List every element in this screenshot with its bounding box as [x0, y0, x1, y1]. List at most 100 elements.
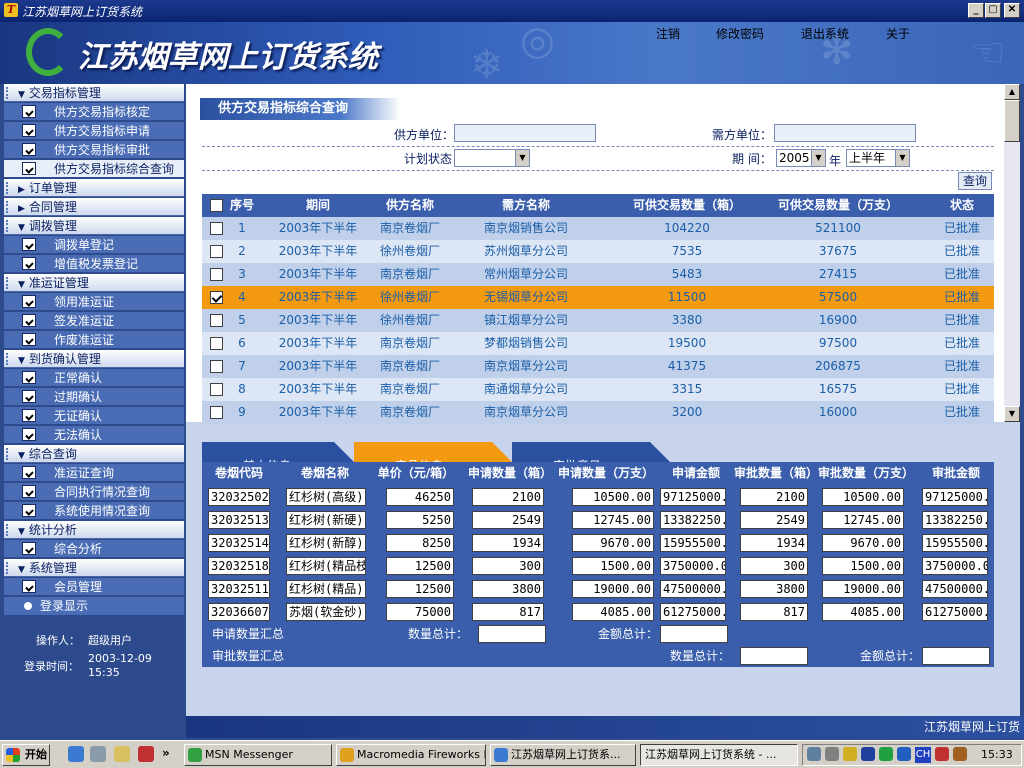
detail-cell-input[interactable]: 32036607	[208, 603, 270, 621]
sidebar-item[interactable]: 增值税发票登记	[4, 255, 184, 273]
table-row[interactable]: 4 2003年下半年 徐州卷烟厂 无锡烟草分公司 11500 57500 已批准	[202, 286, 994, 309]
detail-cell-input[interactable]: 1934	[472, 534, 544, 552]
detail-cell-input[interactable]: 300	[472, 557, 544, 575]
detail-cell-input[interactable]: 红杉树(新醇)	[286, 534, 366, 552]
detail-cell-input[interactable]: 4085.00	[822, 603, 904, 621]
tray-app-icon[interactable]	[935, 747, 949, 761]
vertical-scrollbar[interactable]: ▲ ▼	[1004, 84, 1020, 422]
sidebar-group[interactable]: ▶ 合同管理	[4, 198, 184, 216]
detail-cell-input[interactable]: 15955500.	[922, 534, 988, 552]
tray-app-icon[interactable]	[897, 747, 911, 761]
explorer-icon[interactable]	[114, 746, 130, 762]
detail-cell-input[interactable]: 15955500.	[660, 534, 726, 552]
close-button[interactable]: ✕	[1004, 3, 1020, 18]
detail-cell-input[interactable]: 13382250.	[660, 511, 726, 529]
detail-cell-input[interactable]: 46250	[386, 488, 454, 506]
detail-cell-input[interactable]: 9670.00	[822, 534, 904, 552]
detail-cell-input[interactable]: 3800	[472, 580, 544, 598]
sidebar-item[interactable]: 供方交易指标审批	[4, 141, 184, 159]
sidebar-item[interactable]: 签发准运证	[4, 312, 184, 330]
detail-cell-input[interactable]: 8250	[386, 534, 454, 552]
detail-cell-input[interactable]: 4085.00	[572, 603, 654, 621]
detail-cell-input[interactable]: 47500000.	[660, 580, 726, 598]
detail-cell-input[interactable]: 2100	[740, 488, 808, 506]
detail-cell-input[interactable]: 12745.00	[822, 511, 904, 529]
taskbar-window-msn[interactable]: MSN Messenger	[184, 744, 332, 766]
table-row[interactable]: 5 2003年下半年 徐州卷烟厂 镇江烟草分公司 3380 16900 已批准	[202, 309, 994, 332]
scroll-down-icon[interactable]: ▼	[1004, 406, 1020, 422]
detail-cell-input[interactable]: 3750000.0	[922, 557, 988, 575]
media-icon[interactable]	[138, 746, 154, 762]
detail-cell-input[interactable]: 32032513	[208, 511, 270, 529]
sidebar-item[interactable]: 综合分析	[4, 540, 184, 558]
sidebar-item[interactable]: 准运证查询	[4, 464, 184, 482]
tray-app-icon[interactable]	[861, 747, 875, 761]
detail-cell-input[interactable]: 19000.00	[572, 580, 654, 598]
sidebar-item[interactable]: 正常确认	[4, 369, 184, 387]
start-button[interactable]: 开始	[2, 744, 50, 766]
desktop-icon[interactable]	[90, 746, 106, 762]
network-icon[interactable]	[807, 747, 821, 761]
detail-cell-input[interactable]: 300	[740, 557, 808, 575]
sidebar-login-show[interactable]: 登录显示	[4, 597, 184, 615]
table-row[interactable]: 2 2003年下半年 徐州卷烟厂 苏州烟草分公司 7535 37675 已批准	[202, 240, 994, 263]
detail-cell-input[interactable]: 1500.00	[572, 557, 654, 575]
table-row[interactable]: 6 2003年下半年 南京卷烟厂 梦都烟销售公司 19500 97500 已批准	[202, 332, 994, 355]
sidebar-group[interactable]: ▼ 到货确认管理	[4, 350, 184, 368]
sidebar-item[interactable]: 合同执行情况查询	[4, 483, 184, 501]
detail-cell-input[interactable]: 9670.00	[572, 534, 654, 552]
tray-app-icon[interactable]	[953, 747, 967, 761]
maximize-button[interactable]: ▢	[985, 3, 1001, 18]
sidebar-item[interactable]: 作废准运证	[4, 331, 184, 349]
taskbar-window-fireworks[interactable]: Macromedia Fireworks MX	[336, 744, 486, 766]
sidebar-item[interactable]: 过期确认	[4, 388, 184, 406]
detail-cell-input[interactable]: 3800	[740, 580, 808, 598]
detail-cell-input[interactable]: 红杉树(高级)	[286, 488, 366, 506]
ie-icon[interactable]	[68, 746, 84, 762]
detail-cell-input[interactable]: 61275000.	[660, 603, 726, 621]
chevron-down-icon[interactable]: ▼	[515, 150, 529, 166]
sidebar-group[interactable]: ▼ 统计分析	[4, 521, 184, 539]
detail-cell-input[interactable]: 32032514	[208, 534, 270, 552]
detail-cell-input[interactable]: 红杉树(新硬)	[286, 511, 366, 529]
nav-change-password[interactable]: 修改密码	[716, 25, 764, 42]
chevron-down-icon[interactable]: ▼	[895, 150, 909, 166]
detail-cell-input[interactable]: 97125000.	[660, 488, 726, 506]
detail-cell-input[interactable]: 1500.00	[822, 557, 904, 575]
detail-cell-input[interactable]: 817	[472, 603, 544, 621]
volume-icon[interactable]	[825, 747, 839, 761]
minimize-button[interactable]: _	[968, 3, 984, 18]
detail-cell-input[interactable]: 2549	[740, 511, 808, 529]
sidebar-item[interactable]: 无证确认	[4, 407, 184, 425]
detail-cell-input[interactable]: 12745.00	[572, 511, 654, 529]
sidebar-group[interactable]: ▶ 订单管理	[4, 179, 184, 197]
plan-status-select[interactable]: ▼	[454, 149, 530, 167]
nav-logout[interactable]: 注销	[656, 25, 680, 42]
detail-cell-input[interactable]: 32032518	[208, 557, 270, 575]
more-icon[interactable]: »	[162, 746, 170, 760]
taskbar-window-ie[interactable]: 江苏烟草网上订货系...	[490, 744, 636, 766]
chevron-down-icon[interactable]: ▼	[811, 150, 825, 166]
supplier-input[interactable]	[454, 124, 596, 142]
sidebar-item[interactable]: 会员管理	[4, 578, 184, 596]
ime-indicator[interactable]: CH	[915, 747, 931, 763]
detail-cell-input[interactable]: 32032511	[208, 580, 270, 598]
detail-cell-input[interactable]: 10500.00	[822, 488, 904, 506]
tray-app-icon[interactable]	[843, 747, 857, 761]
scroll-up-icon[interactable]: ▲	[1004, 84, 1020, 100]
sidebar-group[interactable]: ▼ 系统管理	[4, 559, 184, 577]
detail-cell-input[interactable]: 1934	[740, 534, 808, 552]
detail-cell-input[interactable]: 红杉树(精品枝	[286, 557, 366, 575]
detail-cell-input[interactable]: 12500	[386, 580, 454, 598]
detail-cell-input[interactable]: 32032502	[208, 488, 270, 506]
table-row[interactable]: 7 2003年下半年 南京卷烟厂 南京烟草分公司 41375 206875 已批准	[202, 355, 994, 378]
sidebar-group[interactable]: ▼ 准运证管理	[4, 274, 184, 292]
scroll-thumb[interactable]	[1004, 100, 1020, 142]
sidebar-item[interactable]: 调拨单登记	[4, 236, 184, 254]
sidebar-item[interactable]: 系统使用情况查询	[4, 502, 184, 520]
sidebar-item[interactable]: 领用准运证	[4, 293, 184, 311]
detail-cell-input[interactable]: 2100	[472, 488, 544, 506]
detail-cell-input[interactable]: 红杉树(精品)	[286, 580, 366, 598]
taskbar-window-active[interactable]: 江苏烟草网上订货系统 - ...	[640, 744, 798, 766]
sidebar-item[interactable]: 供方交易指标申请	[4, 122, 184, 140]
